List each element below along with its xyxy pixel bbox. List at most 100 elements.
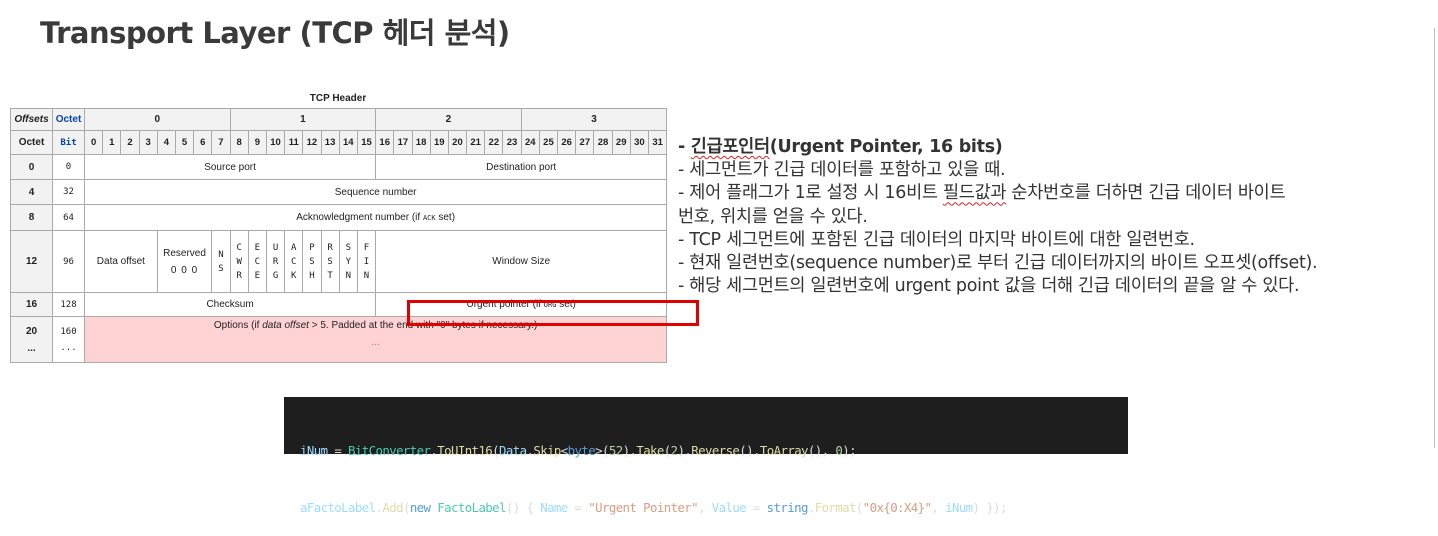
- notes-heading-korean: 긴급포인터: [690, 137, 770, 157]
- flag-urg-letter: G: [272, 270, 279, 281]
- bit-number-17: 17: [393, 130, 413, 155]
- row-octet: 12: [10, 230, 53, 293]
- bit-column-label: Bit: [52, 130, 85, 155]
- flag-syn-letter: S: [345, 242, 351, 253]
- flag-cwr-letter: W: [236, 256, 242, 267]
- row-octet: 20...: [10, 316, 53, 363]
- code-token: <: [560, 443, 568, 458]
- bit-number-16: 16: [375, 130, 395, 155]
- code-token: Take: [636, 443, 664, 458]
- notes-heading-dash: -: [678, 137, 691, 157]
- bit-number-3: 3: [138, 130, 158, 155]
- flag-cwr-letter: R: [236, 270, 242, 281]
- code-token: ToArray: [759, 443, 809, 458]
- flag-fin: FIN: [356, 230, 377, 293]
- row-bit: 128: [52, 292, 85, 317]
- flag-ece: ECE: [247, 230, 267, 293]
- bit-number-29: 29: [611, 130, 631, 155]
- urgent-pointer-highlight-box: [407, 300, 699, 326]
- code-token: ().: [739, 443, 760, 458]
- source-port-field: Source port: [83, 154, 377, 180]
- bit-number-20: 20: [447, 130, 468, 155]
- window-size-field: Window Size: [375, 230, 668, 293]
- code-token: (),: [807, 443, 836, 458]
- flag-syn-letter: Y: [345, 256, 351, 267]
- octet-0-header: 0: [84, 108, 231, 131]
- bit-number-24: 24: [520, 130, 540, 155]
- header-row-0: 0 0 Source port Destination port: [10, 154, 668, 180]
- flag-ece-letter: C: [254, 256, 261, 267]
- header-row-4: 4 32 Sequence number: [10, 179, 668, 205]
- bit-number-28: 28: [593, 130, 613, 155]
- flag-ns-letter: N: [218, 249, 224, 260]
- checksum-field: Checksum: [83, 292, 377, 317]
- code-token: );: [842, 443, 856, 458]
- code-token: .: [807, 500, 815, 515]
- urgent-pointer-notes: - 긴급포인터(Urgent Pointer, 16 bits) - 세그먼트가…: [678, 136, 1438, 298]
- code-token: =: [746, 500, 767, 515]
- offsets-label: Offsets: [10, 108, 53, 131]
- code-token: Format: [814, 500, 857, 515]
- row-octet: 4: [10, 179, 53, 205]
- header-row-12: 12 96 Data offset Reserved 0 0 0 NSCWREC…: [10, 230, 668, 293]
- bit-number-11: 11: [284, 130, 304, 155]
- flag-fin-letter: F: [363, 242, 370, 253]
- flag-syn-letter: N: [345, 270, 351, 281]
- code-token: Data: [499, 443, 527, 458]
- bit-number-5: 5: [174, 130, 195, 155]
- code-token: (: [663, 443, 671, 458]
- bit-number-4: 4: [156, 130, 176, 155]
- row-bit: 160...: [52, 316, 85, 363]
- code-token: iNum: [945, 500, 973, 515]
- flag-ack-letter: C: [291, 256, 297, 267]
- row-bit: 32: [52, 179, 85, 205]
- bit-number-26: 26: [557, 130, 577, 155]
- code-token: Add: [382, 500, 403, 515]
- flag-psh: PSH: [302, 230, 322, 293]
- code-token: (: [855, 500, 863, 515]
- flag-ack: ACK: [284, 230, 304, 293]
- notes-heading: - 긴급포인터(Urgent Pointer, 16 bits): [678, 136, 1438, 159]
- bit-number-14: 14: [338, 130, 358, 155]
- bit-number-15: 15: [356, 130, 377, 155]
- options-text-italic: data offset: [262, 319, 309, 331]
- code-token: Value: [711, 500, 747, 515]
- flag-cwr: CWR: [229, 230, 249, 293]
- notes-line-2-c: 순차번호를 더하면 긴급 데이터 바이트: [1006, 183, 1286, 204]
- bit-number-12: 12: [302, 130, 322, 155]
- page-title: Transport Layer (TCP 헤더 분석): [40, 16, 510, 50]
- octet-1-header: 1: [229, 108, 377, 131]
- bit-number-30: 30: [629, 130, 650, 155]
- bit-number-22: 22: [484, 130, 504, 155]
- row-octet: 8: [10, 204, 53, 231]
- code-token: Name: [540, 500, 568, 515]
- code-token: iNum: [300, 443, 328, 458]
- code-token: ToUInt16: [437, 443, 493, 458]
- bit-number-18: 18: [411, 130, 431, 155]
- flag-ece-letter: E: [254, 270, 261, 281]
- row-bit: 96: [52, 230, 85, 293]
- code-token: .: [375, 500, 383, 515]
- code-token: ) });: [972, 500, 1008, 515]
- header-row-8: 8 64 Acknowledgment number (if ACK set): [10, 204, 668, 231]
- code-token: byte: [567, 443, 596, 458]
- code-token: aFactoLabel: [300, 500, 376, 515]
- flag-rst-letter: S: [327, 256, 333, 267]
- bit-number-0: 0: [83, 130, 104, 155]
- flag-psh-letter: H: [309, 270, 315, 281]
- flag-urg: URG: [265, 230, 286, 293]
- row-octet: 16: [10, 292, 53, 317]
- code-token: BitConverter: [348, 443, 431, 458]
- flag-fin-letter: I: [363, 256, 370, 267]
- notes-line-2: - 제어 플래그가 1로 설정 시 16비트 필드값과 순차번호를 더하면 긴급…: [678, 182, 1438, 205]
- bit-number-21: 21: [466, 130, 486, 155]
- flag-ns: NS: [211, 230, 231, 293]
- flag-ns-letter: S: [218, 263, 224, 274]
- flag-syn: SYN: [338, 230, 358, 293]
- bit-number-10: 10: [265, 130, 286, 155]
- code-token: =: [327, 443, 349, 458]
- tcp-header-caption: TCP Header: [309, 93, 367, 104]
- flag-ack-letter: A: [291, 242, 297, 253]
- bit-number-31: 31: [647, 130, 668, 155]
